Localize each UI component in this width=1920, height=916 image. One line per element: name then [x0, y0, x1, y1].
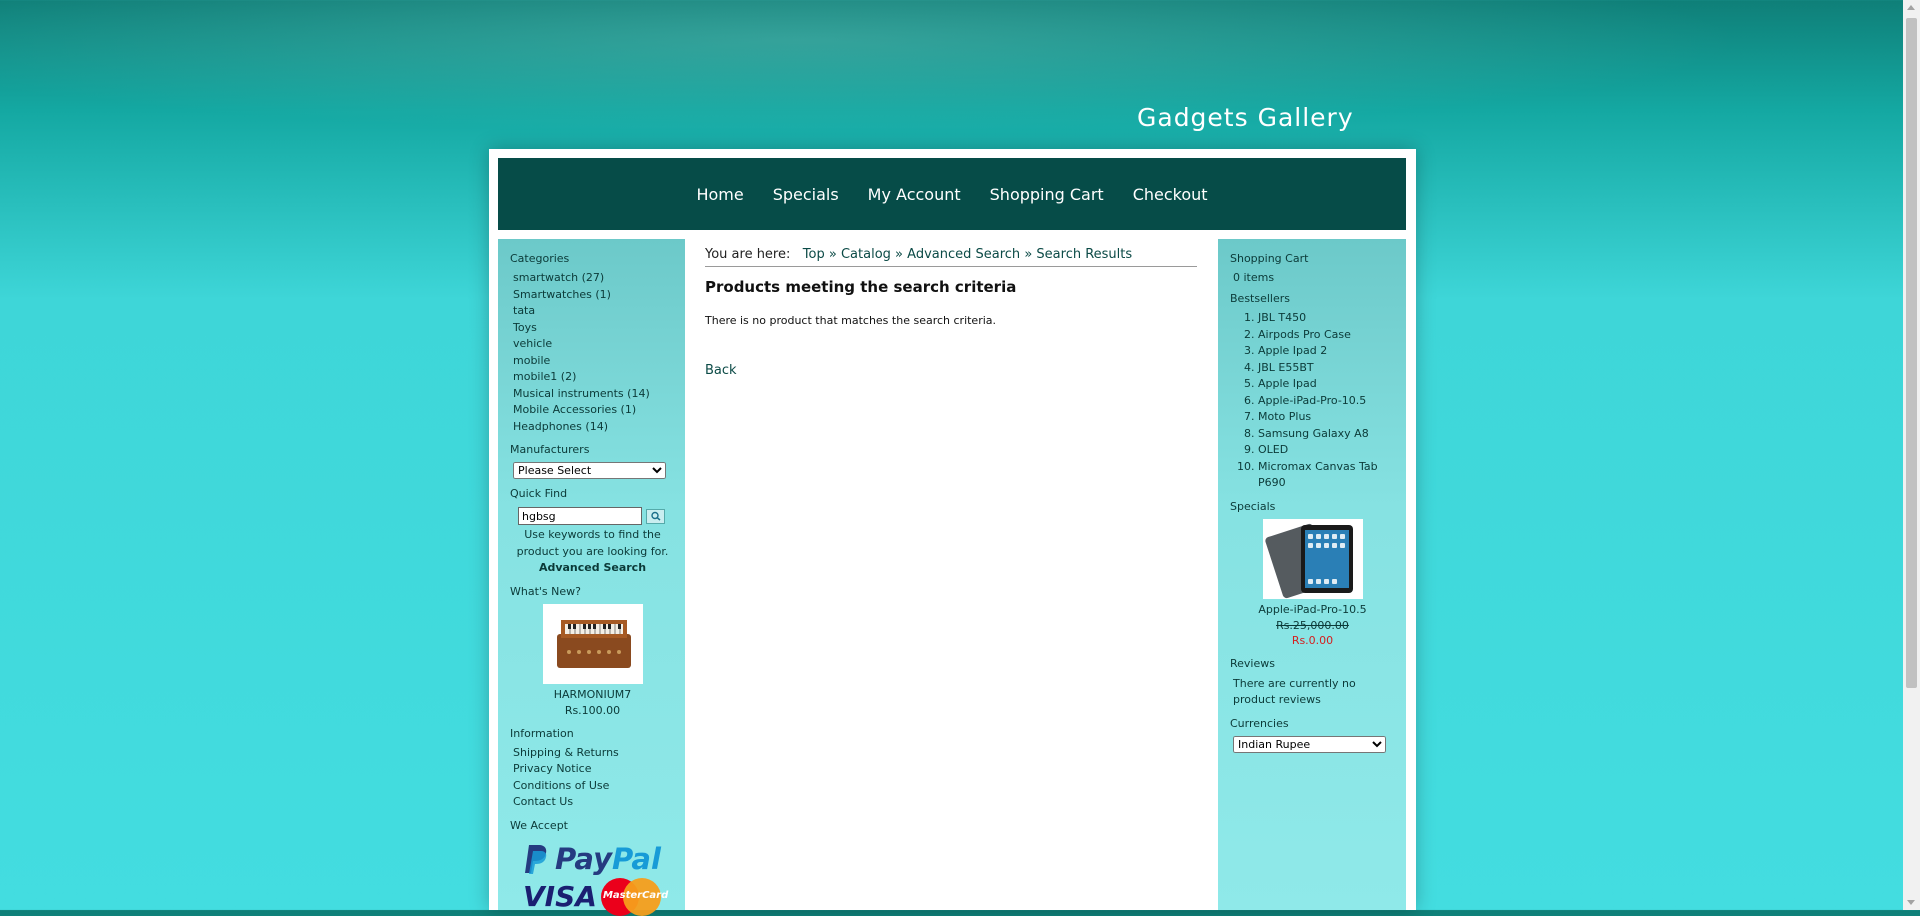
scroll-up-arrow-icon[interactable] — [1907, 5, 1915, 10]
weaccept-title: We Accept — [510, 818, 568, 832]
category-item[interactable]: smartwatch (27) — [513, 270, 675, 287]
categories-title: Categories — [510, 252, 570, 265]
quickfind-help: Use keywords to find the product you are… — [510, 527, 675, 577]
information-link[interactable]: Contact Us — [513, 794, 675, 811]
bestseller-item[interactable]: Apple-iPad-Pro-10.5 — [1258, 393, 1395, 410]
bestsellers-list: JBL T450 Airpods Pro Case Apple Ipad 2 J… — [1230, 310, 1395, 492]
category-item[interactable]: mobile — [513, 353, 675, 370]
cart-items: 0 items — [1233, 271, 1275, 284]
category-item[interactable]: Toys — [513, 320, 675, 337]
quickfind-search-button[interactable] — [646, 508, 665, 524]
whatsnew-product-name[interactable]: HARMONIUM7 — [510, 688, 675, 701]
information-list: Shipping & Returns Privacy Notice Condit… — [513, 745, 675, 811]
paypal-pay-text: Pay — [555, 841, 612, 876]
right-column: Shopping Cart 0 items Bestsellers JBL T4… — [1218, 239, 1406, 910]
paypal-icon — [525, 844, 547, 874]
header-banner — [0, 0, 1903, 150]
visa-logo: VISA — [523, 880, 597, 913]
quickfind-input[interactable] — [518, 507, 642, 525]
specials-product-name[interactable]: Apple-iPad-Pro-10.5 — [1230, 603, 1395, 616]
ipad-image[interactable] — [1262, 518, 1363, 599]
payment-logos: Pay Pal VISA MasterCard — [523, 842, 675, 916]
category-item[interactable]: Headphones (14) — [513, 419, 675, 436]
specials-old-price: Rs.25,000.00 — [1276, 618, 1349, 632]
back-link[interactable]: Back — [705, 363, 737, 378]
magnifier-icon — [651, 511, 661, 521]
main-content: You are here: Top » Catalog » Advanced S… — [705, 247, 1197, 378]
nav-my-account[interactable]: My Account — [868, 185, 961, 204]
currencies-title: Currencies — [1230, 716, 1289, 730]
reviews-text: There are currently no product reviews — [1233, 676, 1356, 707]
bestseller-item[interactable]: Airpods Pro Case — [1258, 327, 1395, 344]
page-title: Products meeting the search criteria — [705, 278, 1017, 296]
harmonium-icon — [556, 619, 631, 668]
breadcrumb-advanced-search[interactable]: Advanced Search — [907, 247, 1020, 262]
breadcrumb-top[interactable]: Top — [803, 247, 825, 262]
category-item[interactable]: vehicle — [513, 336, 675, 353]
breadcrumb-catalog[interactable]: Catalog — [841, 247, 891, 262]
breadcrumb-search-results[interactable]: Search Results — [1036, 247, 1132, 262]
no-results-message: There is no product that matches the sea… — [705, 314, 997, 327]
categories-list: smartwatch (27) Smartwatches (1) tata To… — [513, 270, 675, 435]
advanced-search-link[interactable]: Advanced Search — [539, 561, 646, 574]
ipad-icon — [1262, 518, 1363, 599]
site-title: Gadgets Gallery — [1137, 103, 1354, 132]
manufacturers-select[interactable]: Please Select — [513, 462, 666, 479]
harmonium-image[interactable] — [542, 603, 643, 684]
breadcrumb: You are here: Top » Catalog » Advanced S… — [705, 247, 1197, 267]
bestseller-item[interactable]: Moto Plus — [1258, 409, 1395, 426]
breadcrumb-label: You are here: — [705, 247, 791, 262]
nav-specials[interactable]: Specials — [773, 185, 839, 204]
bestseller-item[interactable]: JBL T450 — [1258, 310, 1395, 327]
information-title: Information — [510, 726, 574, 740]
vertical-scrollbar[interactable] — [1903, 0, 1920, 910]
left-column: Categories smartwatch (27) Smartwatches … — [498, 239, 685, 916]
bestseller-item[interactable]: Apple Ipad 2 — [1258, 343, 1395, 360]
category-item[interactable]: mobile1 (2) — [513, 369, 675, 386]
scrollbar-thumb[interactable] — [1906, 18, 1917, 688]
breadcrumb-separator: » — [1024, 247, 1033, 262]
whatsnew-product-price: Rs.100.00 — [564, 703, 621, 717]
nav-shopping-cart[interactable]: Shopping Cart — [990, 185, 1104, 204]
bestseller-item[interactable]: Micromax Canvas Tab P690 — [1258, 459, 1395, 492]
category-item[interactable]: Musical instruments (14) — [513, 386, 675, 403]
breadcrumb-separator: » — [895, 247, 904, 262]
bestsellers-title: Bestsellers — [1230, 292, 1290, 305]
bestseller-item[interactable]: OLED — [1258, 442, 1395, 459]
currency-select[interactable]: Indian Rupee — [1233, 735, 1386, 753]
quickfind-title: Quick Find — [510, 487, 568, 500]
information-link[interactable]: Privacy Notice — [513, 761, 675, 778]
page-container: Home Specials My Account Shopping Cart C… — [489, 149, 1416, 916]
information-link[interactable]: Shipping & Returns — [513, 745, 675, 762]
whatsnew-title: What's New? — [510, 584, 581, 598]
scroll-down-arrow-icon[interactable] — [1907, 900, 1915, 905]
specials-title: Specials — [1230, 499, 1276, 513]
nav-home[interactable]: Home — [696, 185, 743, 204]
category-item[interactable]: Smartwatches (1) — [513, 287, 675, 304]
information-link[interactable]: Conditions of Use — [513, 778, 675, 795]
cart-title[interactable]: Shopping Cart — [1230, 252, 1395, 265]
paypal-logo: Pay Pal — [523, 842, 675, 876]
quickfind-row — [518, 507, 675, 525]
mastercard-text: MasterCard — [602, 889, 669, 901]
bestseller-item[interactable]: JBL E55BT — [1258, 360, 1395, 377]
bestseller-item[interactable]: Apple Ipad — [1258, 376, 1395, 393]
quickfind-help-text: Use keywords to find the product you are… — [516, 528, 669, 558]
main-nav: Home Specials My Account Shopping Cart C… — [498, 158, 1406, 230]
manufacturers-title: Manufacturers — [510, 443, 590, 456]
bestseller-item[interactable]: Samsung Galaxy A8 — [1258, 426, 1395, 443]
paypal-pal-text: Pal — [611, 841, 661, 876]
category-item[interactable]: tata — [513, 303, 675, 320]
reviews-title: Reviews — [1230, 656, 1275, 670]
breadcrumb-separator: » — [828, 247, 837, 262]
specials-new-price: Rs.0.00 — [1291, 633, 1334, 647]
nav-checkout[interactable]: Checkout — [1133, 185, 1208, 204]
category-item[interactable]: Mobile Accessories (1) — [513, 402, 675, 419]
